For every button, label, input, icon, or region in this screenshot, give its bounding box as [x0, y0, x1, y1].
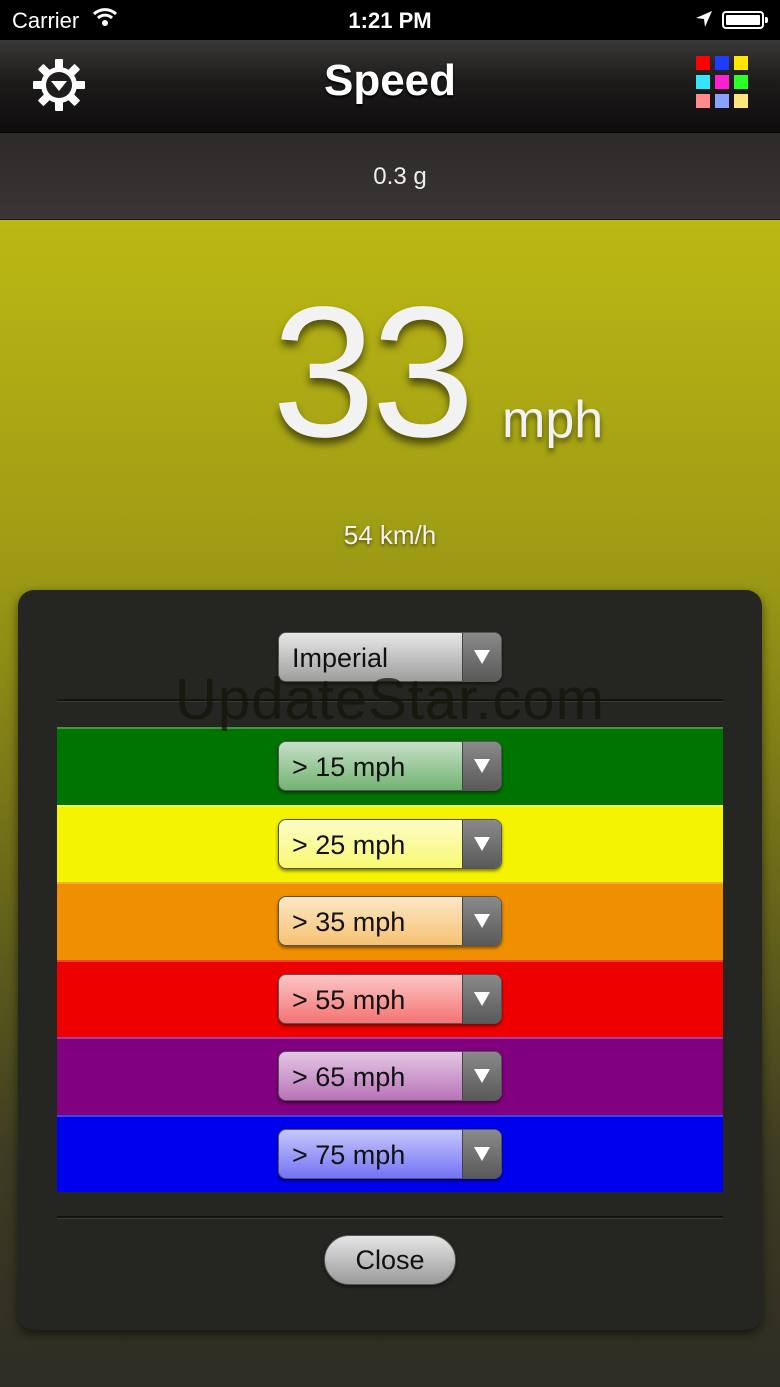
divider-bottom — [57, 1216, 723, 1219]
chevron-down-icon — [462, 975, 501, 1023]
threshold-dropdown-label: > 65 mph — [292, 1062, 406, 1092]
watermark: UpdateStar.com — [175, 667, 605, 732]
g-force-value: 0.3 g — [373, 163, 427, 190]
location-arrow-icon — [696, 11, 712, 27]
threshold-dropdown[interactable]: > 75 mph — [278, 1129, 502, 1179]
threshold-dropdown[interactable]: > 55 mph — [278, 974, 502, 1024]
page-title: Speed — [323, 56, 457, 105]
threshold-dropdown[interactable]: > 35 mph — [278, 896, 502, 946]
secondary-speed: 54 km/h — [343, 520, 437, 550]
color-swatch — [734, 75, 748, 89]
chevron-down-icon — [462, 820, 501, 868]
threshold-dropdown-label: > 55 mph — [292, 985, 406, 1015]
color-swatch — [696, 94, 710, 108]
status-bar: Carrier 1:21 PM — [0, 0, 780, 40]
color-swatch — [696, 75, 710, 89]
color-grid-icon[interactable] — [696, 56, 748, 110]
threshold-dropdown-label: > 35 mph — [292, 907, 406, 937]
navigation-bar: Speed — [0, 40, 780, 133]
clock: 1:21 PM — [348, 8, 432, 33]
g-force-bar: 0.3 g — [0, 133, 780, 221]
threshold-dropdown[interactable]: > 25 mph — [278, 819, 502, 869]
speed-unit: mph — [502, 391, 604, 449]
threshold-dropdown[interactable]: > 15 mph — [278, 741, 502, 791]
color-swatch — [715, 94, 729, 108]
color-swatch — [696, 56, 710, 70]
battery-icon — [722, 11, 768, 29]
threshold-dropdown-label: > 25 mph — [292, 830, 406, 860]
chevron-down-icon — [462, 1130, 501, 1178]
color-swatch — [734, 94, 748, 108]
threshold-dropdown-label: > 15 mph — [292, 752, 406, 782]
threshold-dropdown[interactable]: > 65 mph — [278, 1051, 502, 1101]
speed-value: 33 — [272, 269, 475, 476]
color-swatch — [715, 75, 729, 89]
chevron-down-icon — [462, 742, 501, 790]
chevron-down-icon — [462, 897, 501, 945]
chevron-down-icon — [462, 1052, 501, 1100]
threshold-dropdown-label: > 75 mph — [292, 1140, 406, 1170]
close-button[interactable]: Close — [324, 1235, 456, 1285]
color-swatch — [734, 56, 748, 70]
color-swatch — [715, 56, 729, 70]
